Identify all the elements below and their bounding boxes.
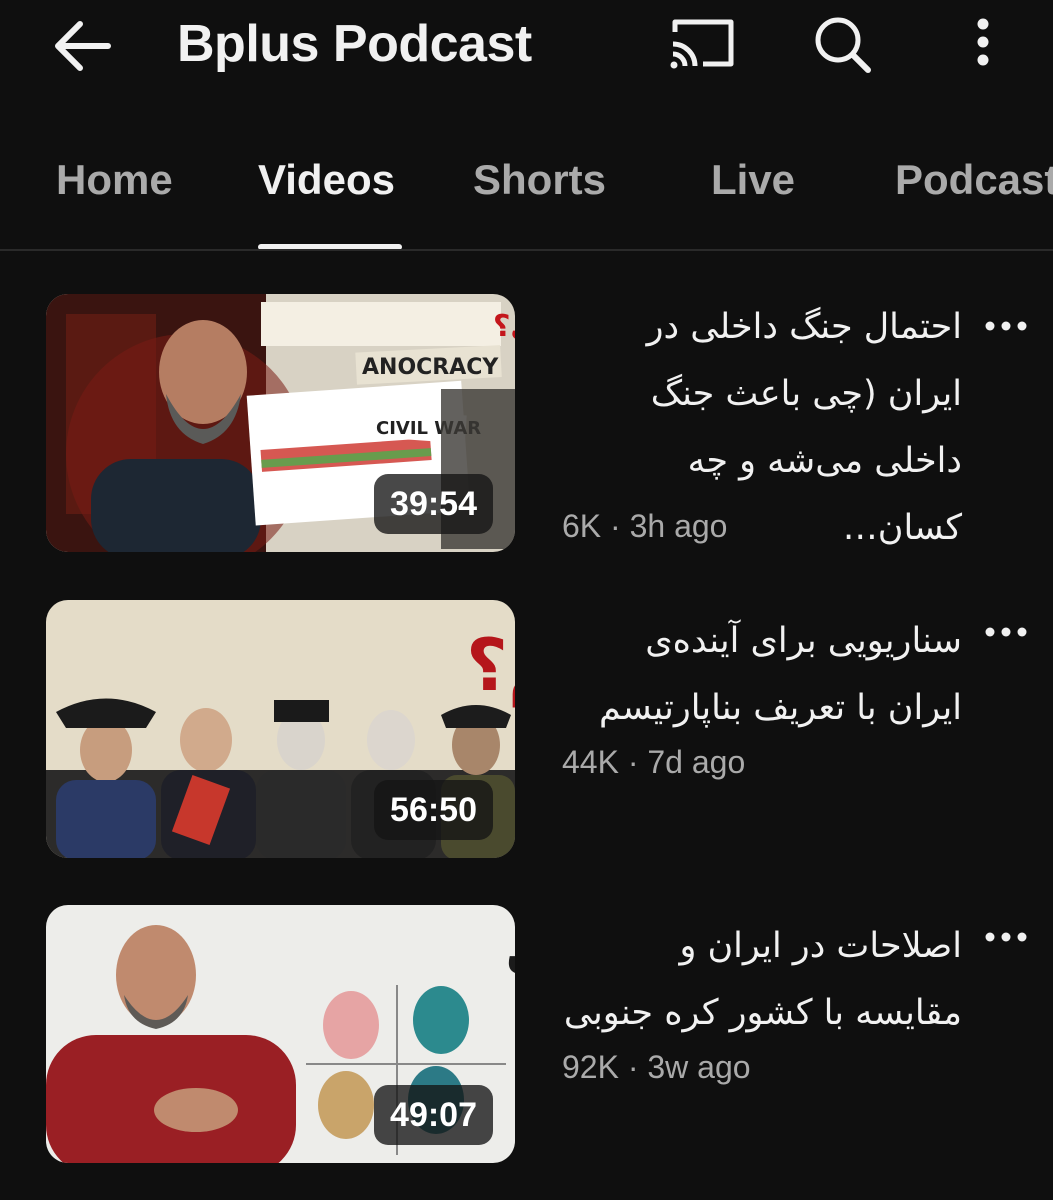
video-thumbnail[interactable]: بناپارتیسم؟ 56:50 bbox=[46, 600, 515, 858]
more-horiz-icon[interactable] bbox=[982, 620, 1030, 644]
video-thumbnail[interactable]: جنگ داخلی؟ ANOCRACY CIVIL WAR 39:54 bbox=[46, 294, 515, 552]
video-item[interactable]: جنگ داخلی؟ ANOCRACY CIVIL WAR 39:54 احتم… bbox=[0, 294, 1053, 554]
video-item[interactable]: اصلاحات ایران 49:07 اصلاحات در ایران و م… bbox=[0, 905, 1053, 1165]
tabs-divider bbox=[0, 249, 1053, 251]
thumbnail-headline: بناپارتیسم؟ bbox=[466, 623, 515, 708]
video-meta: 6K · 3h ago bbox=[562, 508, 728, 544]
channel-tabs: Home Videos Shorts Live Podcasts bbox=[0, 130, 1053, 250]
video-title[interactable]: اصلاحات در ایران و مقایسه با کشور کره جن… bbox=[562, 913, 962, 1047]
thumbnail-headline: اصلاحات ایران bbox=[506, 924, 515, 978]
more-horiz-icon[interactable] bbox=[982, 314, 1030, 338]
channel-title: Bplus Podcast bbox=[177, 15, 532, 73]
thumbnail-headline: جنگ داخلی؟ bbox=[493, 308, 515, 344]
video-title[interactable]: سناریویی برای آینده‌ی ایران با تعریف بنا… bbox=[562, 608, 962, 742]
back-arrow-icon[interactable] bbox=[50, 18, 114, 74]
more-horiz-icon[interactable] bbox=[982, 925, 1030, 949]
search-icon[interactable] bbox=[808, 14, 878, 74]
video-meta: 44K · 7d ago bbox=[562, 744, 746, 780]
thumbnail-label-anocracy: ANOCRACY bbox=[362, 355, 499, 380]
app-bar: Bplus Podcast bbox=[0, 0, 1053, 110]
video-item[interactable]: بناپارتیسم؟ 56:50 سناریویی برای آینده‌ی … bbox=[0, 600, 1053, 860]
duration-badge: 56:50 bbox=[374, 780, 493, 840]
tab-videos[interactable]: Videos bbox=[258, 156, 395, 204]
cast-icon[interactable] bbox=[667, 14, 737, 74]
tab-live[interactable]: Live bbox=[711, 156, 795, 204]
tab-home[interactable]: Home bbox=[56, 156, 173, 204]
tab-podcasts[interactable]: Podcasts bbox=[895, 156, 1053, 204]
duration-badge: 49:07 bbox=[374, 1085, 493, 1145]
video-meta: 92K · 3w ago bbox=[562, 1049, 751, 1085]
video-thumbnail[interactable]: اصلاحات ایران 49:07 bbox=[46, 905, 515, 1163]
duration-badge: 39:54 bbox=[374, 474, 493, 534]
tab-shorts[interactable]: Shorts bbox=[473, 156, 606, 204]
more-vert-icon[interactable] bbox=[960, 14, 1006, 74]
